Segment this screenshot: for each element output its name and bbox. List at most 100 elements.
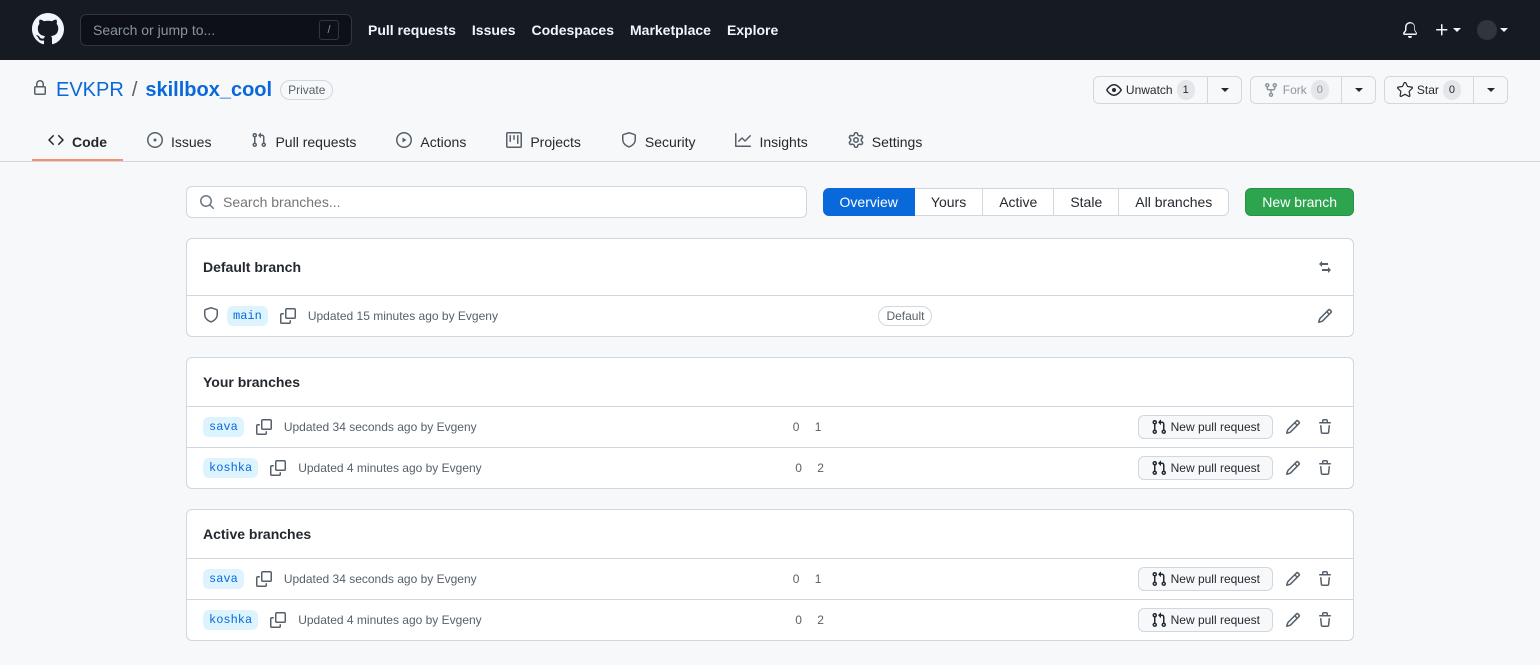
- tab-projects[interactable]: Projects: [490, 124, 597, 161]
- shield-icon: [203, 307, 219, 326]
- nav-issues[interactable]: Issues: [472, 22, 516, 38]
- watch-dropdown[interactable]: [1208, 76, 1242, 104]
- tab-actions[interactable]: Actions: [380, 124, 482, 161]
- delete-branch-icon[interactable]: [1313, 415, 1337, 439]
- search-placeholder: Search or jump to...: [93, 22, 215, 38]
- nav-explore[interactable]: Explore: [727, 22, 778, 38]
- tab-insights[interactable]: Insights: [719, 124, 823, 161]
- new-pull-request-button[interactable]: New pull request: [1138, 567, 1273, 591]
- rename-branch-icon[interactable]: [1313, 304, 1337, 328]
- branch-name-link[interactable]: koshka: [203, 458, 258, 478]
- delete-branch-icon[interactable]: [1313, 456, 1337, 480]
- new-pull-request-button[interactable]: New pull request: [1138, 415, 1273, 439]
- insights-icon: [735, 132, 751, 151]
- search-branches-input[interactable]: [186, 186, 807, 218]
- branch-name-link[interactable]: main: [227, 306, 268, 326]
- copy-branch-name-icon[interactable]: [266, 608, 290, 632]
- ahead-count: 2: [816, 461, 826, 475]
- view-tab-yours[interactable]: Yours: [915, 188, 983, 216]
- issues-icon: [147, 132, 163, 151]
- branch-name-link[interactable]: sava: [203, 569, 244, 589]
- view-tab-all-branches[interactable]: All branches: [1119, 188, 1229, 216]
- copy-branch-name-icon[interactable]: [252, 415, 276, 439]
- branch-meta: Updated 15 minutes ago by Evgeny: [308, 309, 498, 323]
- chevron-down-icon: [1355, 88, 1363, 92]
- rename-branch-icon[interactable]: [1281, 608, 1305, 632]
- star-button[interactable]: Star 0: [1384, 76, 1474, 104]
- behind-count: 0: [791, 420, 801, 434]
- tab-label: Projects: [530, 134, 581, 150]
- copy-branch-name-icon[interactable]: [266, 456, 290, 480]
- rename-branch-icon[interactable]: [1281, 567, 1305, 591]
- branch-section: Active branches sava Updated 34 seconds ag…: [186, 509, 1354, 641]
- new-branch-button[interactable]: New branch: [1245, 188, 1354, 216]
- search-branches-field[interactable]: [223, 194, 794, 210]
- settings-icon: [848, 132, 864, 151]
- owner-link[interactable]: EVKPR: [56, 79, 124, 102]
- tab-code[interactable]: Code: [32, 124, 123, 161]
- copy-branch-name-icon[interactable]: [276, 304, 300, 328]
- branch-name-link[interactable]: koshka: [203, 610, 258, 630]
- tab-label: Issues: [171, 134, 211, 150]
- fork-label: Fork: [1283, 80, 1307, 100]
- projects-icon: [506, 132, 522, 151]
- switch-default-branch-icon[interactable]: [1313, 255, 1337, 279]
- unwatch-button[interactable]: Unwatch 1: [1093, 76, 1208, 104]
- view-tab-active[interactable]: Active: [983, 188, 1054, 216]
- view-tab-overview[interactable]: Overview: [823, 188, 915, 216]
- branch-meta: Updated 34 seconds ago by Evgeny: [284, 572, 477, 586]
- chevron-down-icon: [1487, 88, 1495, 92]
- nav-marketplace[interactable]: Marketplace: [630, 22, 711, 38]
- branch-row: koshka Updated 4 minutes ago by Evgeny 02 N…: [187, 447, 1353, 488]
- chevron-down-icon: [1221, 88, 1229, 92]
- create-new-dropdown[interactable]: [1434, 22, 1461, 38]
- ahead-behind: 02: [790, 461, 830, 475]
- fork-count: 0: [1311, 80, 1329, 100]
- view-tab-stale[interactable]: Stale: [1054, 188, 1119, 216]
- main-content: OverviewYoursActiveStaleAll branches New…: [154, 186, 1386, 641]
- branch-name-link[interactable]: sava: [203, 417, 244, 437]
- tab-label: Code: [72, 134, 107, 150]
- fork-button[interactable]: Fork 0: [1250, 76, 1342, 104]
- behind-count: 0: [791, 572, 801, 586]
- delete-branch-icon[interactable]: [1313, 608, 1337, 632]
- user-menu[interactable]: [1477, 20, 1508, 40]
- repo-link[interactable]: skillbox_cool: [145, 79, 272, 102]
- rename-branch-icon[interactable]: [1281, 415, 1305, 439]
- star-icon: [1397, 82, 1413, 98]
- branch-section: Default branchmainUpdated 15 minutes ago…: [186, 238, 1354, 337]
- branch-meta: Updated 34 seconds ago by Evgeny: [284, 420, 477, 434]
- repo-actions: Unwatch 1 Fork 0 Star 0: [1093, 76, 1508, 104]
- copy-branch-name-icon[interactable]: [252, 567, 276, 591]
- notifications-icon[interactable]: [1402, 22, 1418, 38]
- tab-label: Pull requests: [275, 134, 356, 150]
- delete-branch-icon[interactable]: [1313, 567, 1337, 591]
- branch-row: mainUpdated 15 minutes ago by EvgenyDefa…: [187, 296, 1353, 336]
- tab-label: Actions: [420, 134, 466, 150]
- fork-dropdown[interactable]: [1342, 76, 1376, 104]
- nav-codespaces[interactable]: Codespaces: [532, 22, 614, 38]
- new-pull-request-button[interactable]: New pull request: [1138, 456, 1273, 480]
- tab-pull-requests[interactable]: Pull requests: [235, 124, 372, 161]
- actions-icon: [396, 132, 412, 151]
- new-pull-request-button[interactable]: New pull request: [1138, 608, 1273, 632]
- branch-meta: Updated 4 minutes ago by Evgeny: [298, 613, 481, 627]
- global-search-input[interactable]: Search or jump to... /: [80, 14, 352, 46]
- rename-branch-icon[interactable]: [1281, 456, 1305, 480]
- tab-settings[interactable]: Settings: [832, 124, 939, 161]
- github-logo-icon[interactable]: [32, 13, 64, 48]
- global-nav: Pull requests Issues Codespaces Marketpl…: [368, 22, 778, 38]
- tab-security[interactable]: Security: [605, 124, 712, 161]
- slash-key-icon: /: [319, 20, 339, 40]
- chevron-down-icon: [1453, 28, 1461, 32]
- branch-section: Your branchessavaUpdated 34 seconds ago …: [186, 357, 1354, 489]
- nav-pull-requests[interactable]: Pull requests: [368, 22, 456, 38]
- search-icon: [199, 194, 215, 210]
- ahead-behind: 01: [787, 420, 827, 434]
- branch-row: koshkaUpdated 4 minutes ago by Evgeny02N…: [187, 599, 1353, 640]
- tab-issues[interactable]: Issues: [131, 124, 227, 161]
- section-title: Active branches: [187, 510, 1353, 559]
- branch-meta: Updated 4 minutes ago by Evgeny: [298, 461, 481, 475]
- star-count: 0: [1443, 80, 1461, 100]
- star-dropdown[interactable]: [1474, 76, 1508, 104]
